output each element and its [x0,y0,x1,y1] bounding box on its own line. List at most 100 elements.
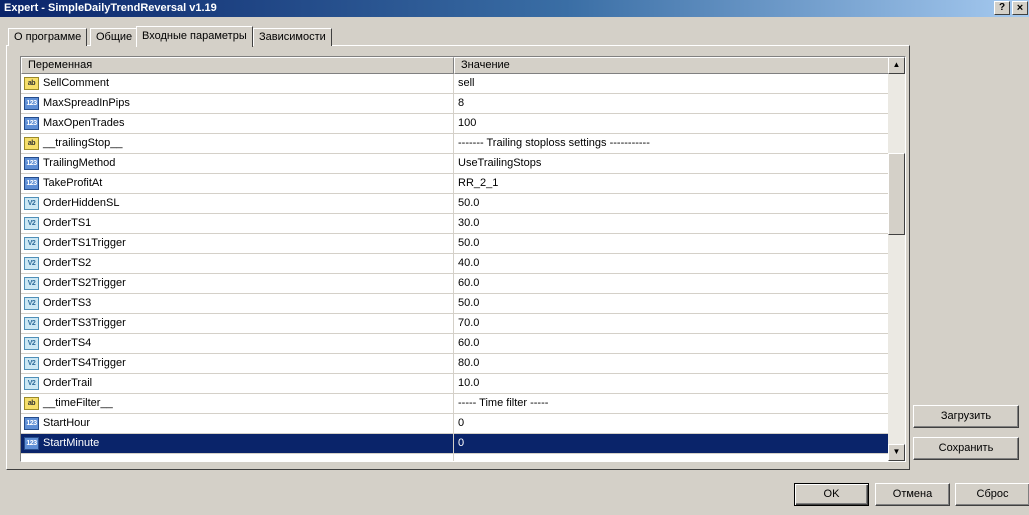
string-type-icon: ab [24,397,39,410]
double-type-icon: V2 [24,217,39,230]
table-row[interactable]: V2 OrderTS1 30.0 [21,214,889,234]
parameter-name: __trailingStop__ [43,137,123,149]
column-header-variable[interactable]: Переменная [21,57,454,74]
table-row[interactable]: ab __trailingStop__ ------- Trailing stopl… [21,134,889,154]
parameter-name: OrderTS2Trigger [43,277,126,289]
integer-type-icon: 123 [24,157,39,170]
double-type-icon: V2 [24,377,39,390]
parameter-name: OrderTS4 [43,337,92,349]
integer-type-icon: 123 [24,97,39,110]
help-button[interactable]: ? [994,1,1010,15]
parameter-value[interactable]: 30.0 [458,214,479,233]
parameter-value[interactable]: 0 [458,414,464,433]
parameter-name: OrderTS3Trigger [43,317,126,329]
parameter-name: OrderTS1Trigger [43,237,126,249]
title-bar: Expert - SimpleDailyTrendReversal v1.19 … [0,0,1029,17]
ok-button[interactable]: OK [794,483,869,506]
parameter-value[interactable]: 0 [458,434,464,453]
double-type-icon: V2 [24,317,39,330]
parameter-value[interactable]: ------- Trailing stoploss settings -----… [458,134,650,153]
table-row[interactable]: 123 MaxSpreadInPips 8 [21,94,889,114]
table-row[interactable]: V2 OrderTS2Trigger 60.0 [21,274,889,294]
table-row[interactable]: V2 OrderTS2 40.0 [21,254,889,274]
table-row[interactable]: 123 MaxOpenTrades 100 [21,114,889,134]
parameter-name: SellComment [43,77,110,89]
parameter-value[interactable]: 50.0 [458,294,479,313]
parameter-name: OrderTS4Trigger [43,357,126,369]
parameter-value[interactable]: RR_2_1 [458,174,498,193]
parameter-value[interactable]: 50.0 [458,194,479,213]
double-type-icon: V2 [24,277,39,290]
scrollbar-thumb[interactable] [888,153,905,235]
table-row[interactable]: V2 OrderHiddenSL 50.0 [21,194,889,214]
window-title: Expert - SimpleDailyTrendReversal v1.19 [4,2,217,14]
tab-about[interactable]: О программе [8,28,88,46]
parameter-value[interactable]: ----- Time filter ----- [458,394,548,413]
parameter-value[interactable]: 60.0 [458,274,479,293]
parameter-name: MaxSpreadInPips [43,97,130,109]
parameter-value[interactable]: 60.0 [458,334,479,353]
integer-type-icon: 123 [24,177,39,190]
scroll-up-arrow-icon[interactable]: ▲ [888,57,905,74]
column-header-value[interactable]: Значение [454,57,889,74]
table-row[interactable]: 123 TrailingMethod UseTrailingStops [21,154,889,174]
cancel-button[interactable]: Отмена [875,483,950,506]
vertical-scrollbar[interactable]: ▲ ▼ [888,57,905,461]
parameters-grid[interactable]: Переменная Значение ab SellComment sell 123… [20,56,906,462]
table-row[interactable]: 123 StartMinute 0 [21,434,889,454]
integer-type-icon: 123 [24,437,39,450]
grid-rows: ab SellComment sell 123 MaxSpreadInPips 8 123 M… [21,74,889,454]
parameter-value[interactable]: 100 [458,114,476,133]
integer-type-icon: 123 [24,117,39,130]
double-type-icon: V2 [24,197,39,210]
string-type-icon: ab [24,137,39,150]
expert-properties-dialog: Expert - SimpleDailyTrendReversal v1.19 … [0,0,1029,515]
parameter-value[interactable]: 8 [458,94,464,113]
table-row[interactable]: ab SellComment sell [21,74,889,94]
tab-inputs[interactable]: Входные параметры [136,26,253,47]
double-type-icon: V2 [24,357,39,370]
load-button[interactable]: Загрузить [913,405,1019,428]
parameter-value[interactable]: 40.0 [458,254,479,273]
table-row[interactable]: V2 OrderTS3 50.0 [21,294,889,314]
tab-dependencies[interactable]: Зависимости [253,28,332,46]
integer-type-icon: 123 [24,417,39,430]
table-row[interactable]: ab __timeFilter__ ----- Time filter ----- [21,394,889,414]
scroll-down-arrow-icon[interactable]: ▼ [888,444,905,461]
parameter-value[interactable]: 70.0 [458,314,479,333]
parameter-value[interactable]: sell [458,74,475,93]
parameter-value[interactable]: 80.0 [458,354,479,373]
table-row[interactable]: V2 OrderTS4Trigger 80.0 [21,354,889,374]
double-type-icon: V2 [24,237,39,250]
save-button[interactable]: Сохранить [913,437,1019,460]
parameter-name: StartMinute [43,437,100,449]
parameter-name: OrderTrail [43,377,93,389]
parameter-value[interactable]: 50.0 [458,234,479,253]
double-type-icon: V2 [24,337,39,350]
table-row[interactable]: 123 StartHour 0 [21,414,889,434]
parameter-value[interactable]: 10.0 [458,374,479,393]
table-row[interactable]: V2 OrderTrail 10.0 [21,374,889,394]
parameter-value[interactable]: UseTrailingStops [458,154,541,173]
parameter-name: OrderTS2 [43,257,92,269]
table-row[interactable]: V2 OrderTS4 60.0 [21,334,889,354]
close-button[interactable]: × [1012,1,1028,15]
double-type-icon: V2 [24,297,39,310]
table-row[interactable]: V2 OrderTS3Trigger 70.0 [21,314,889,334]
parameter-name: OrderHiddenSL [43,197,120,209]
table-row[interactable]: V2 OrderTS1Trigger 50.0 [21,234,889,254]
parameter-name: StartHour [43,417,91,429]
parameter-name: __timeFilter__ [43,397,113,409]
grid-header: Переменная Значение [21,57,889,74]
parameter-name: MaxOpenTrades [43,117,125,129]
string-type-icon: ab [24,77,39,90]
tab-common[interactable]: Общие [90,28,139,46]
double-type-icon: V2 [24,257,39,270]
column-separator [453,74,454,461]
parameter-name: TakeProfitAt [43,177,103,189]
table-row[interactable]: 123 TakeProfitAt RR_2_1 [21,174,889,194]
parameter-name: TrailingMethod [43,157,116,169]
reset-button[interactable]: Сброс [955,483,1029,506]
parameter-name: OrderTS1 [43,217,92,229]
parameter-name: OrderTS3 [43,297,92,309]
